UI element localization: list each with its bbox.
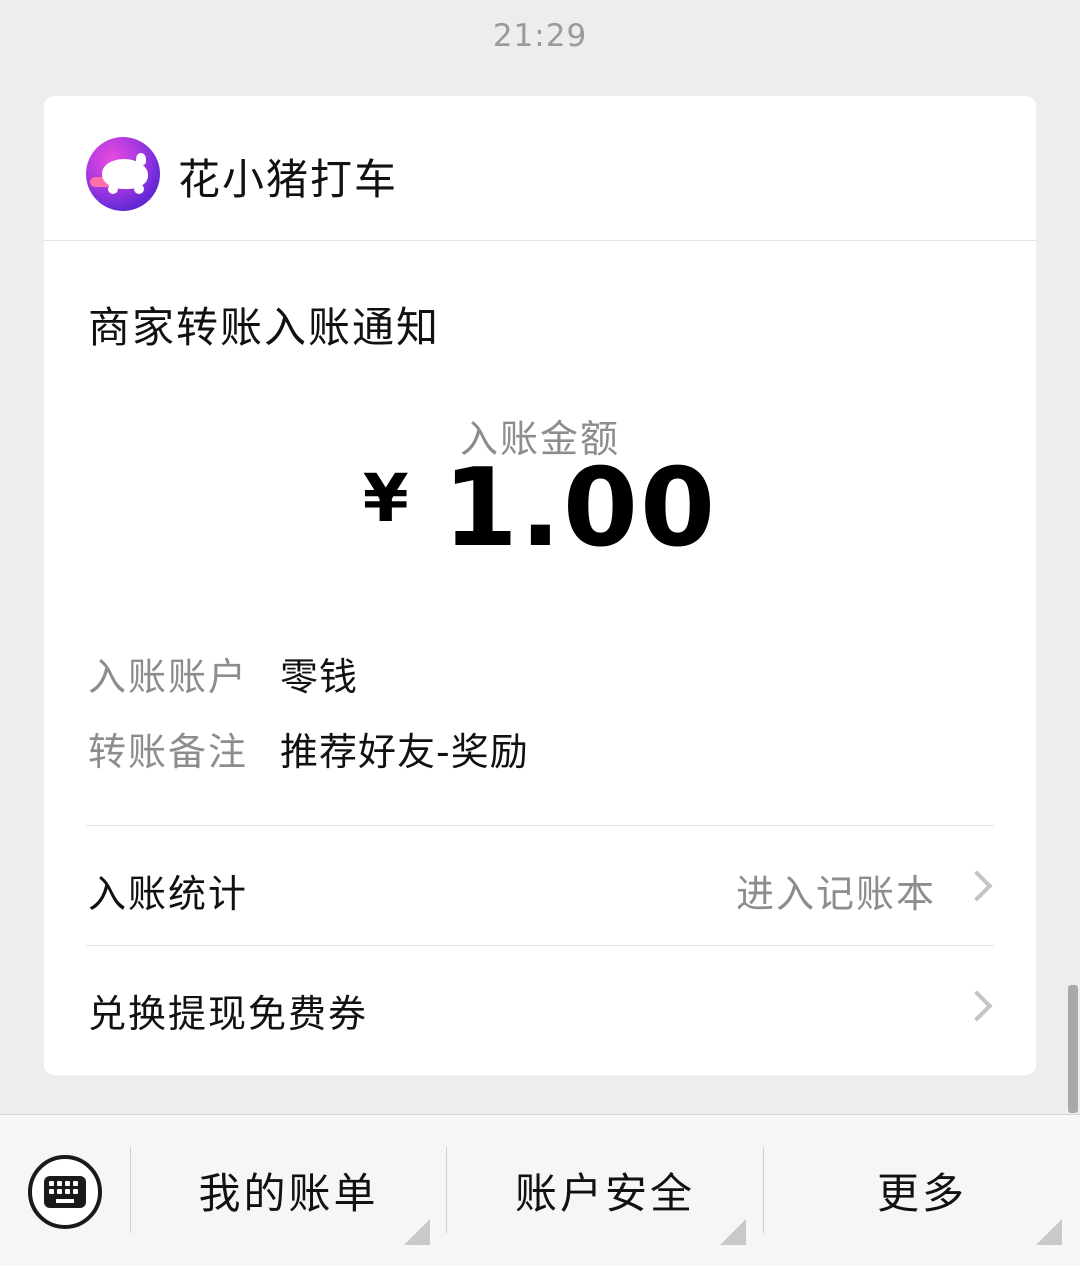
app-name: 花小猪打车 — [178, 155, 399, 204]
detail-row-remark: 转账备注 推荐好友-奖励 — [88, 721, 529, 776]
keyboard-icon — [44, 1176, 86, 1208]
detail-value: 零钱 — [280, 655, 359, 699]
bottom-menu-bar: 我的账单 账户安全 更多 — [0, 1114, 1080, 1266]
amount-display: ¥1.00 — [44, 446, 1036, 571]
message-timestamp: 21:29 — [492, 18, 588, 54]
redeem-coupon-row[interactable]: 兑换提现免费券 — [86, 947, 994, 1065]
submenu-indicator-icon — [720, 1219, 746, 1245]
detail-key: 入账账户 — [88, 655, 249, 699]
open-ledger-link[interactable]: 进入记账本 — [736, 863, 936, 918]
menu-account-security[interactable]: 账户安全 — [447, 1160, 763, 1220]
redeem-coupon-label: 兑换提现免费券 — [88, 992, 369, 1036]
app-logo-icon — [86, 137, 160, 211]
income-stats-label: 入账统计 — [88, 872, 249, 916]
detail-row-account: 入账账户 零钱 — [88, 646, 358, 701]
menu-my-bills[interactable]: 我的账单 — [131, 1160, 446, 1220]
detail-value: 推荐好友-奖励 — [280, 730, 529, 774]
submenu-indicator-icon — [404, 1219, 430, 1245]
notification-title: 商家转账入账通知 — [88, 303, 441, 352]
menu-more[interactable]: 更多 — [764, 1160, 1080, 1220]
card-header[interactable]: 花小猪打车 — [44, 96, 1036, 241]
scrollbar[interactable] — [1068, 985, 1078, 1113]
currency-symbol: ¥ — [362, 460, 409, 537]
income-stats-row[interactable]: 入账统计 进入记账本 — [86, 827, 994, 945]
amount-value: 1.00 — [442, 446, 718, 571]
submenu-indicator-icon — [1036, 1219, 1062, 1245]
divider — [86, 825, 994, 826]
chevron-right-icon — [961, 870, 993, 902]
detail-key: 转账备注 — [88, 730, 249, 774]
transfer-notification-card[interactable]: 花小猪打车 商家转账入账通知 入账金额 ¥1.00 入账账户 零钱 转账备注 推荐好… — [44, 96, 1036, 1075]
divider — [86, 945, 994, 946]
keyboard-toggle-button[interactable] — [28, 1155, 102, 1229]
chevron-right-icon — [961, 990, 993, 1022]
